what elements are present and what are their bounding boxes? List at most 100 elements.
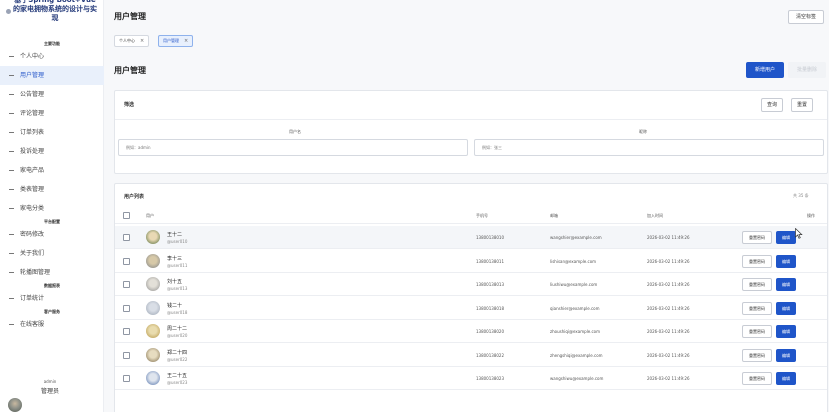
- sidebar-item-label: 订单统计: [20, 295, 45, 302]
- email: wangshier@example.com: [550, 235, 602, 240]
- row-checkbox[interactable]: [123, 234, 130, 241]
- column-user: 用户: [146, 213, 154, 218]
- reset-password-button[interactable]: 重置密码: [742, 254, 772, 268]
- edit-button[interactable]: 编辑: [776, 231, 796, 244]
- sidebar-item[interactable]: 投诉处理: [0, 142, 104, 161]
- edit-button[interactable]: 编辑: [776, 372, 796, 385]
- sidebar-item[interactable]: 家电产品: [0, 161, 104, 180]
- row-checkbox[interactable]: [123, 257, 130, 265]
- row-checkbox[interactable]: [123, 328, 130, 335]
- username: @user023: [167, 380, 188, 385]
- column-phone: 手机号: [476, 213, 488, 218]
- created-time: 2026-03-02 11:49:26: [647, 258, 690, 264]
- table-title: 用户列表: [124, 194, 145, 200]
- username: @user022: [167, 356, 188, 362]
- edit-button[interactable]: 编辑: [776, 348, 796, 362]
- reset-password-button[interactable]: 重置密码: [742, 325, 772, 338]
- sidebar-item[interactable]: 轮播图管理: [0, 263, 104, 282]
- table-row[interactable]: 王二十五 @user023 13800138023 wangshiwu@example…: [115, 367, 827, 390]
- user-display-name: 李十三: [167, 255, 183, 262]
- close-icon[interactable]: ×: [184, 38, 188, 44]
- dash-icon: [9, 75, 14, 76]
- created-time: 2026-03-02 11:49:26: [647, 352, 690, 358]
- sidebar-item[interactable]: 关于我们: [0, 244, 104, 263]
- nav-group-label: 主要功能: [44, 41, 60, 46]
- row-checkbox[interactable]: [123, 281, 130, 288]
- dash-icon: [9, 298, 14, 299]
- reset-button[interactable]: 重置: [791, 98, 813, 112]
- sidebar-item[interactable]: 用户管理: [0, 66, 104, 85]
- query-button[interactable]: 查询: [761, 98, 783, 112]
- total-count: 共 35 条: [793, 193, 809, 198]
- created-time: 2026-03-02 11:49:26: [647, 235, 690, 240]
- reset-password-button[interactable]: 重置密码: [742, 301, 772, 315]
- edit-button[interactable]: 编辑: [776, 301, 796, 315]
- avatar: [146, 324, 160, 338]
- username-input[interactable]: [118, 139, 468, 156]
- nickname-input[interactable]: [474, 139, 824, 156]
- table-row[interactable]: 王十二 @user010 13800138010 wangshier@example.…: [115, 226, 827, 249]
- sidebar-user[interactable]: admin 管理员: [0, 376, 104, 412]
- username: @user013: [167, 286, 188, 291]
- username: @user018: [167, 309, 188, 315]
- user-display-name: 王十二: [167, 232, 183, 238]
- column-email: 邮箱: [550, 213, 558, 218]
- created-time: 2026-03-02 11:49:26: [647, 376, 690, 381]
- phone: 13800138011: [476, 258, 504, 264]
- dash-icon: [9, 253, 14, 254]
- dash-icon: [9, 94, 14, 95]
- add-user-button[interactable]: 新增用户: [746, 62, 784, 78]
- mouse-pointer-icon: [795, 228, 803, 239]
- table-row[interactable]: 周二十二 @user020 13800138020 zhoushiqi@example…: [115, 320, 827, 343]
- filter-title: 筛选: [124, 102, 135, 108]
- sidebar-item[interactable]: 公告管理: [0, 85, 104, 104]
- sidebar-item[interactable]: 密码修改: [0, 225, 104, 244]
- tab-label: 用户管理: [163, 38, 179, 43]
- clear-tabs-button[interactable]: 清空标签: [788, 10, 824, 24]
- reset-password-button[interactable]: 重置密码: [742, 231, 772, 244]
- batch-delete-button[interactable]: 批量删除: [788, 62, 826, 78]
- user-name: admin: [43, 379, 57, 384]
- table-row[interactable]: 李十三 @user011 13800138011 lishisan@example.c…: [115, 250, 827, 273]
- sidebar-item-label: 轮播图管理: [20, 269, 51, 276]
- row-checkbox[interactable]: [123, 375, 130, 382]
- reset-password-button[interactable]: 重置密码: [742, 348, 772, 362]
- nav-group-label: 客户服务: [44, 309, 60, 314]
- sidebar-item[interactable]: 家电分类: [0, 199, 104, 218]
- sidebar-item-label: 密码修改: [20, 231, 45, 238]
- tab-personal-center[interactable]: 个人中心 ×: [114, 35, 150, 47]
- email: zhoushiqi@example.com: [550, 329, 601, 334]
- sidebar-item-label: 用户管理: [20, 72, 45, 79]
- sidebar-item[interactable]: 评论管理: [0, 104, 104, 123]
- table-row[interactable]: 刘十五 @user013 13800138013 liushiwu@example.c…: [115, 273, 827, 296]
- dash-icon: [9, 132, 14, 133]
- dash-icon: [9, 170, 14, 171]
- sidebar-item[interactable]: 订单列表: [0, 123, 104, 142]
- row-checkbox[interactable]: [123, 351, 130, 359]
- reset-password-button[interactable]: 重置密码: [742, 372, 772, 385]
- filter-header: 筛选 查询 重置: [115, 91, 827, 120]
- nickname-label: 昵称: [639, 129, 647, 134]
- sidebar-item-label: 关于我们: [20, 250, 45, 257]
- row-checkbox[interactable]: [123, 304, 130, 312]
- reset-password-button[interactable]: 重置密码: [742, 278, 772, 291]
- select-all-checkbox[interactable]: [123, 212, 130, 219]
- edit-button[interactable]: 编辑: [776, 325, 796, 338]
- sidebar-item[interactable]: 类表管理: [0, 180, 104, 199]
- sidebar-item[interactable]: 订单统计: [0, 289, 104, 308]
- edit-button[interactable]: 编辑: [776, 278, 796, 291]
- avatar[interactable]: [8, 398, 22, 412]
- sidebar-item[interactable]: 个人中心: [0, 47, 104, 66]
- sidebar-item[interactable]: 在线客服: [0, 315, 104, 334]
- created-time: 2026-03-02 11:49:26: [647, 329, 690, 334]
- table-row[interactable]: 钱二十 @user018 13800138018 qianshier@example.…: [115, 297, 827, 320]
- phone: 13800138023: [476, 376, 504, 381]
- close-icon[interactable]: ×: [140, 38, 144, 44]
- dash-icon: [9, 151, 14, 152]
- edit-button[interactable]: 编辑: [776, 254, 796, 268]
- table-row[interactable]: 郑二十四 @user022 13800138022 zhengshiqi@exampl…: [115, 344, 827, 367]
- phone: 13800138018: [476, 305, 504, 311]
- tab-user-management[interactable]: 用户管理 ×: [158, 35, 194, 47]
- sidebar-item-label: 个人中心: [20, 53, 45, 60]
- sidebar-item-label: 家电产品: [20, 167, 45, 174]
